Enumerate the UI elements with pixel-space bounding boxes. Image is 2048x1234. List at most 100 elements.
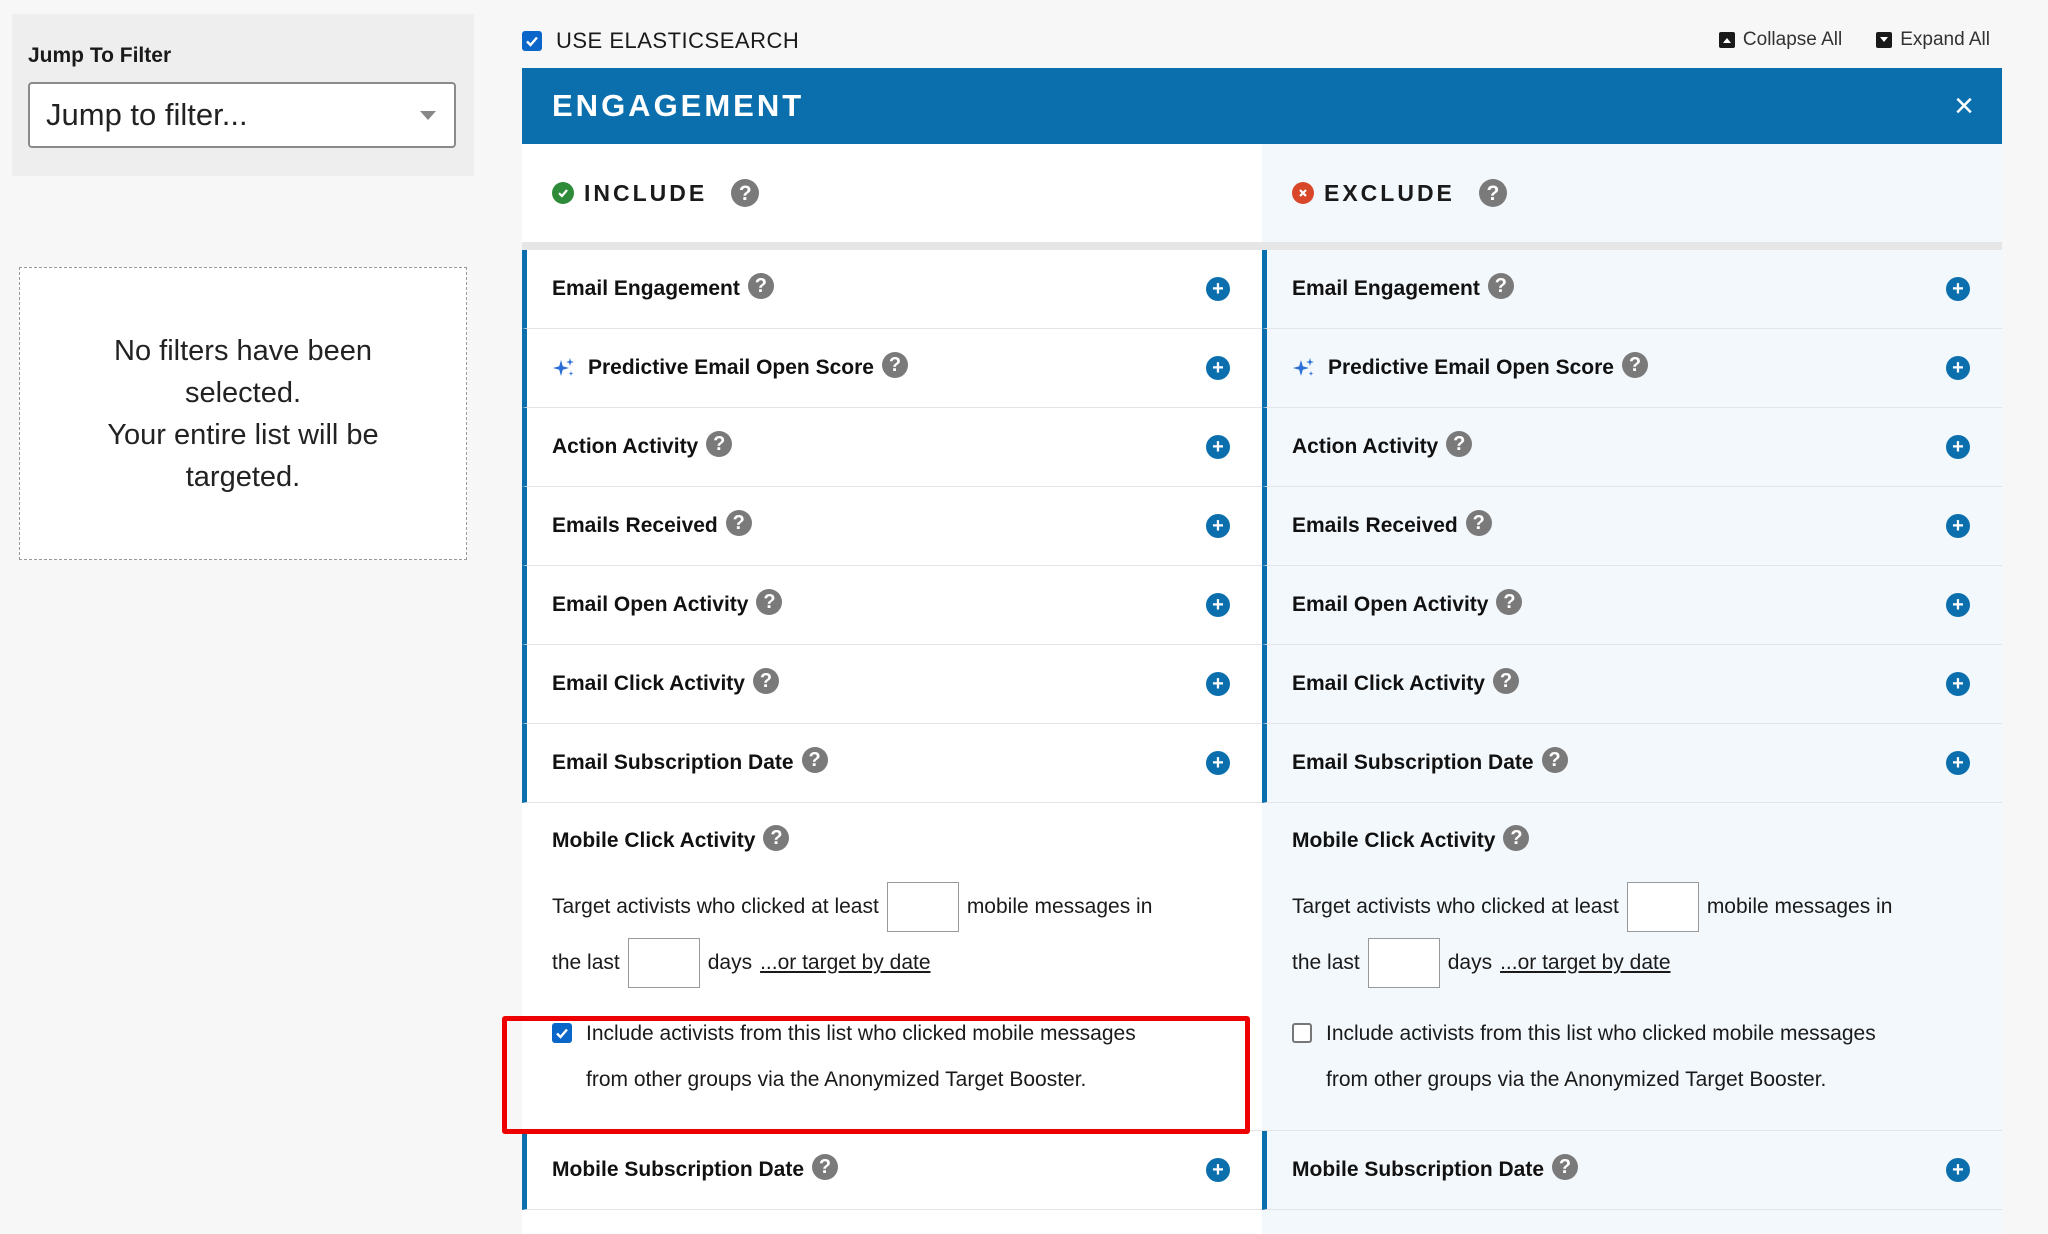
chevron-down-icon xyxy=(420,110,436,120)
help-icon[interactable]: ? xyxy=(725,510,752,536)
help-icon[interactable]: ? xyxy=(1465,510,1492,536)
filter-row[interactable]: Email Click Activity? + xyxy=(522,645,1262,724)
close-icon[interactable]: × xyxy=(1954,89,1974,123)
include-label: INCLUDE xyxy=(584,179,708,206)
days-input[interactable] xyxy=(627,938,700,988)
add-filter-icon[interactable]: + xyxy=(1206,435,1230,459)
exclude-column: EXCLUDE ? Email Engagement? + Predictive E… xyxy=(1262,144,2002,1234)
empty-state-line2: Your entire list will be targeted. xyxy=(107,418,379,493)
add-filter-icon[interactable]: + xyxy=(1946,1158,1970,1182)
selected-filters-empty-state: No filters have been selected. Your enti… xyxy=(19,267,467,560)
help-icon[interactable]: ? xyxy=(1621,352,1648,378)
sentence-line: Target activists who clicked at least mob… xyxy=(552,879,1232,935)
filter-row[interactable]: Emails Received? + xyxy=(522,487,1262,566)
x-circle-icon xyxy=(1292,182,1314,204)
filter-row[interactable]: Mobile Subscription Date? + xyxy=(1262,1131,2002,1210)
help-icon[interactable]: ? xyxy=(752,668,779,694)
help-icon[interactable]: ? xyxy=(731,179,760,207)
help-icon[interactable]: ? xyxy=(706,431,733,457)
target-booster-option[interactable]: Include activists from this list who cli… xyxy=(1292,1011,1972,1103)
filter-row[interactable]: Email Open Activity? + xyxy=(522,566,1262,645)
help-icon[interactable]: ? xyxy=(1487,273,1514,299)
help-icon[interactable]: ? xyxy=(801,747,828,773)
target-booster-checkbox[interactable] xyxy=(1292,1023,1312,1043)
mobile-click-activity-section: Mobile Click Activity? Target activists w… xyxy=(1262,803,2002,1131)
add-filter-icon[interactable]: + xyxy=(1946,277,1970,301)
filter-label: Email Engagement xyxy=(552,277,740,300)
filter-label: Email Click Activity xyxy=(1292,672,1485,695)
jump-to-filter-select[interactable]: Jump to filter... xyxy=(28,82,456,148)
target-booster-option[interactable]: Include activists from this list who cli… xyxy=(552,1011,1232,1103)
sentence-text: days xyxy=(707,951,753,974)
filter-row[interactable]: Email Subscription Date? + xyxy=(1262,724,2002,803)
mobile-click-activity-section: Mobile Click Activity? Target activists w… xyxy=(522,803,1262,1131)
sentence-line: the last days ...or target by date xyxy=(552,935,1232,991)
help-icon[interactable]: ? xyxy=(1492,668,1519,694)
filter-row[interactable]: Email Open Activity? + xyxy=(1262,566,2002,645)
add-filter-icon[interactable]: + xyxy=(1206,1158,1230,1182)
filter-row[interactable]: Emails Received? + xyxy=(1262,487,2002,566)
min-clicks-input[interactable] xyxy=(1626,882,1699,932)
sparkle-icon xyxy=(1292,356,1316,380)
filter-label: Email Subscription Date xyxy=(1292,751,1534,774)
filter-label: Email Engagement xyxy=(1292,277,1480,300)
engagement-header: ENGAGEMENT × xyxy=(522,68,2002,144)
help-icon[interactable]: ? xyxy=(1496,589,1523,615)
add-filter-icon[interactable]: + xyxy=(1206,356,1230,380)
add-filter-icon[interactable]: + xyxy=(1946,751,1970,775)
filter-row[interactable]: Email Subscription Date? + xyxy=(522,724,1262,803)
use-elasticsearch-toggle[interactable]: USE ELASTICSEARCH xyxy=(522,28,799,54)
filter-row[interactable]: Email Engagement? + xyxy=(522,250,1262,329)
target-by-date-link[interactable]: ...or target by date xyxy=(760,935,930,991)
help-icon[interactable]: ? xyxy=(1478,179,1507,207)
collapse-icon xyxy=(1718,32,1735,48)
help-icon[interactable]: ? xyxy=(763,825,790,851)
help-icon[interactable]: ? xyxy=(1446,431,1473,457)
collapse-all-button[interactable]: Collapse All xyxy=(1718,29,1842,51)
expand-all-button[interactable]: Expand All xyxy=(1876,29,1990,51)
days-input[interactable] xyxy=(1367,938,1440,988)
add-filter-icon[interactable]: + xyxy=(1206,277,1230,301)
use-elasticsearch-label: USE ELASTICSEARCH xyxy=(556,28,800,53)
filter-row[interactable]: Predictive Email Open Score? + xyxy=(1262,329,2002,408)
add-filter-icon[interactable]: + xyxy=(1946,514,1970,538)
add-filter-icon[interactable]: + xyxy=(1946,435,1970,459)
jump-to-filter-title: Jump To Filter xyxy=(28,44,172,67)
add-filter-icon[interactable]: + xyxy=(1206,593,1230,617)
help-icon[interactable]: ? xyxy=(812,1154,839,1180)
target-by-date-link[interactable]: ...or target by date xyxy=(1500,935,1670,991)
help-icon[interactable]: ? xyxy=(881,352,908,378)
filter-label: Action Activity xyxy=(1292,435,1439,458)
mobile-click-title-line: Mobile Click Activity? xyxy=(1292,803,1972,879)
filter-label: Emails Received xyxy=(552,514,718,537)
help-icon[interactable]: ? xyxy=(1552,1154,1579,1180)
filter-label: Email Click Activity xyxy=(552,672,745,695)
filter-row[interactable]: Action Activity? + xyxy=(1262,408,2002,487)
target-booster-checkbox[interactable] xyxy=(552,1023,572,1043)
include-header: INCLUDE ? xyxy=(522,144,1262,250)
sentence-line: the last days ...or target by date xyxy=(1292,935,1972,991)
add-filter-icon[interactable]: + xyxy=(1946,593,1970,617)
use-elasticsearch-checkbox[interactable] xyxy=(522,31,542,51)
engagement-title: ENGAGEMENT xyxy=(552,88,805,123)
help-icon[interactable]: ? xyxy=(1541,747,1568,773)
add-filter-icon[interactable]: + xyxy=(1206,514,1230,538)
help-icon[interactable]: ? xyxy=(1503,825,1530,851)
filter-label: Mobile Subscription Date xyxy=(1292,1158,1545,1181)
filter-row[interactable]: Action Activity? + xyxy=(522,408,1262,487)
target-booster-label: Include activists from this list who cli… xyxy=(1326,1011,1876,1103)
min-clicks-input[interactable] xyxy=(886,882,959,932)
filter-row[interactable]: Email Click Activity? + xyxy=(1262,645,2002,724)
add-filter-icon[interactable]: + xyxy=(1946,356,1970,380)
filter-row[interactable]: Mobile Subscription Date? + xyxy=(522,1131,1262,1210)
sentence-text: the last xyxy=(552,951,620,974)
filter-row[interactable]: Email Engagement? + xyxy=(1262,250,2002,329)
filter-row[interactable]: Predictive Email Open Score? + xyxy=(522,329,1262,408)
add-filter-icon[interactable]: + xyxy=(1206,672,1230,696)
mobile-click-activity-title: Mobile Click Activity xyxy=(552,829,756,852)
help-icon[interactable]: ? xyxy=(747,273,774,299)
sentence-text: the last xyxy=(1292,951,1360,974)
add-filter-icon[interactable]: + xyxy=(1946,672,1970,696)
help-icon[interactable]: ? xyxy=(756,589,783,615)
add-filter-icon[interactable]: + xyxy=(1206,751,1230,775)
